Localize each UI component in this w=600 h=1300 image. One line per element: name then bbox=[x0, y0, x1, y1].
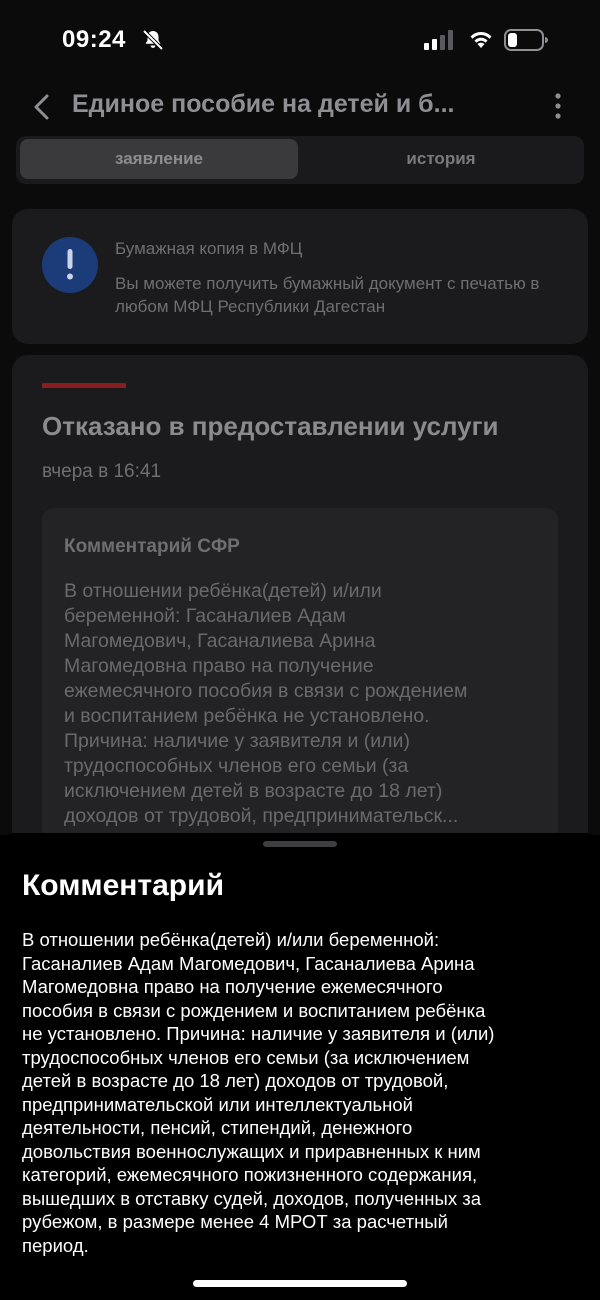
comment-line: доходов от трудовой, предпринимательск..… bbox=[64, 805, 459, 827]
info-card-title: Бумажная копия в МФЦ bbox=[115, 239, 303, 258]
exclamation-icon bbox=[42, 237, 98, 293]
sheet-grabber-handle[interactable] bbox=[263, 841, 337, 847]
battery-icon bbox=[504, 29, 548, 51]
chevron-left-icon[interactable] bbox=[30, 94, 54, 120]
comment-line: исключением детей в возрасте до 18 лет) bbox=[64, 780, 443, 802]
home-indicator[interactable] bbox=[193, 1280, 407, 1287]
status-time: 09:24 bbox=[62, 26, 126, 53]
sheet-line: рубежом, в размере менее 4 МРОТ за расче… bbox=[22, 1211, 448, 1232]
comment-line: и воспитанием ребёнка не установлено. bbox=[64, 705, 430, 727]
status-timestamp: вчера в 16:41 bbox=[42, 461, 162, 482]
comment-line: ежемесячного пособия в связи с рождением bbox=[64, 680, 468, 702]
status-indicator-bar bbox=[42, 383, 126, 388]
sfr-comment-title: Комментарий СФР bbox=[64, 536, 240, 557]
sheet-title: Комментарий bbox=[22, 869, 225, 902]
segmented-tabs: заявление история bbox=[16, 136, 584, 184]
sheet-comment-text: В отношении ребёнка(детей) и/или беремен… bbox=[22, 928, 582, 1257]
sheet-line: детей в возрасте до 18 лет) доходов от т… bbox=[22, 1070, 449, 1091]
comment-line: Магомедовна право на получение bbox=[64, 655, 374, 677]
sheet-line: вышедших в отставку судей, доходов, полу… bbox=[22, 1187, 481, 1209]
paper-copy-card: Бумажная копия в МФЦ Вы можете получить … bbox=[12, 209, 588, 344]
sheet-line: категорий, ежемесячного пожизненного сод… bbox=[22, 1164, 478, 1185]
comment-line: Причина: наличие у заявителя и (или) bbox=[64, 730, 410, 752]
info-card-text: Вы можете получить бумажный документ с п… bbox=[115, 274, 540, 316]
status-title: Отказано в предоставлении услуги bbox=[42, 411, 499, 441]
cellular-signal-icon bbox=[424, 30, 453, 50]
bell-slash-icon bbox=[142, 29, 164, 51]
comment-line: Магомедович, Гасаналиева Арина bbox=[64, 630, 376, 652]
app-header: Единое пособие на детей и б... bbox=[0, 80, 600, 136]
sheet-line: Гасаналиев Адам Магомедович, Гасаналиева… bbox=[22, 952, 475, 974]
comment-bottom-sheet: Комментарий В отношении ребёнка(детей) и… bbox=[0, 833, 600, 1300]
sheet-line: деятельности, пенсий, стипендий, денежно… bbox=[22, 1117, 413, 1138]
sheet-line: период. bbox=[22, 1234, 89, 1256]
status-bar: 09:24 bbox=[0, 0, 600, 80]
sheet-line: трудоспособных членов его семьи (за искл… bbox=[22, 1046, 470, 1068]
background-app: 09:24 Единое пособие на детей и б... зая… bbox=[0, 0, 600, 835]
tab-history[interactable]: история bbox=[316, 139, 566, 179]
sfr-comment-text: В отношении ребёнка(детей) и/или беремен… bbox=[64, 579, 548, 829]
sheet-line: не установлено. Причина: наличие у заяви… bbox=[22, 1023, 495, 1044]
sheet-line: довольствия военнослужащих и приравненны… bbox=[22, 1140, 481, 1162]
more-vertical-icon[interactable] bbox=[548, 92, 568, 120]
comment-line: трудоспособных членов его семьи (за bbox=[64, 755, 409, 777]
sheet-line: предпринимательской или интеллектуальной bbox=[22, 1093, 414, 1115]
application-status-card: Отказано в предоставлении услуги вчера в… bbox=[12, 355, 588, 835]
comment-line: В отношении ребёнка(детей) и/или bbox=[64, 580, 382, 602]
tab-application[interactable]: заявление bbox=[20, 139, 298, 179]
sheet-line: пособия в связи с рождением и воспитание… bbox=[22, 999, 486, 1021]
sfr-comment-box[interactable]: Комментарий СФР В отношении ребёнка(дете… bbox=[42, 508, 558, 835]
sheet-line: Магомедовна право на получение ежемесячн… bbox=[22, 976, 443, 997]
sheet-line: В отношении ребёнка(детей) и/или беремен… bbox=[22, 929, 440, 950]
page-title: Единое пособие на детей и б... bbox=[72, 90, 455, 118]
comment-line: беременной: Гасаналиев Адам bbox=[64, 605, 346, 627]
wifi-icon bbox=[470, 32, 492, 48]
